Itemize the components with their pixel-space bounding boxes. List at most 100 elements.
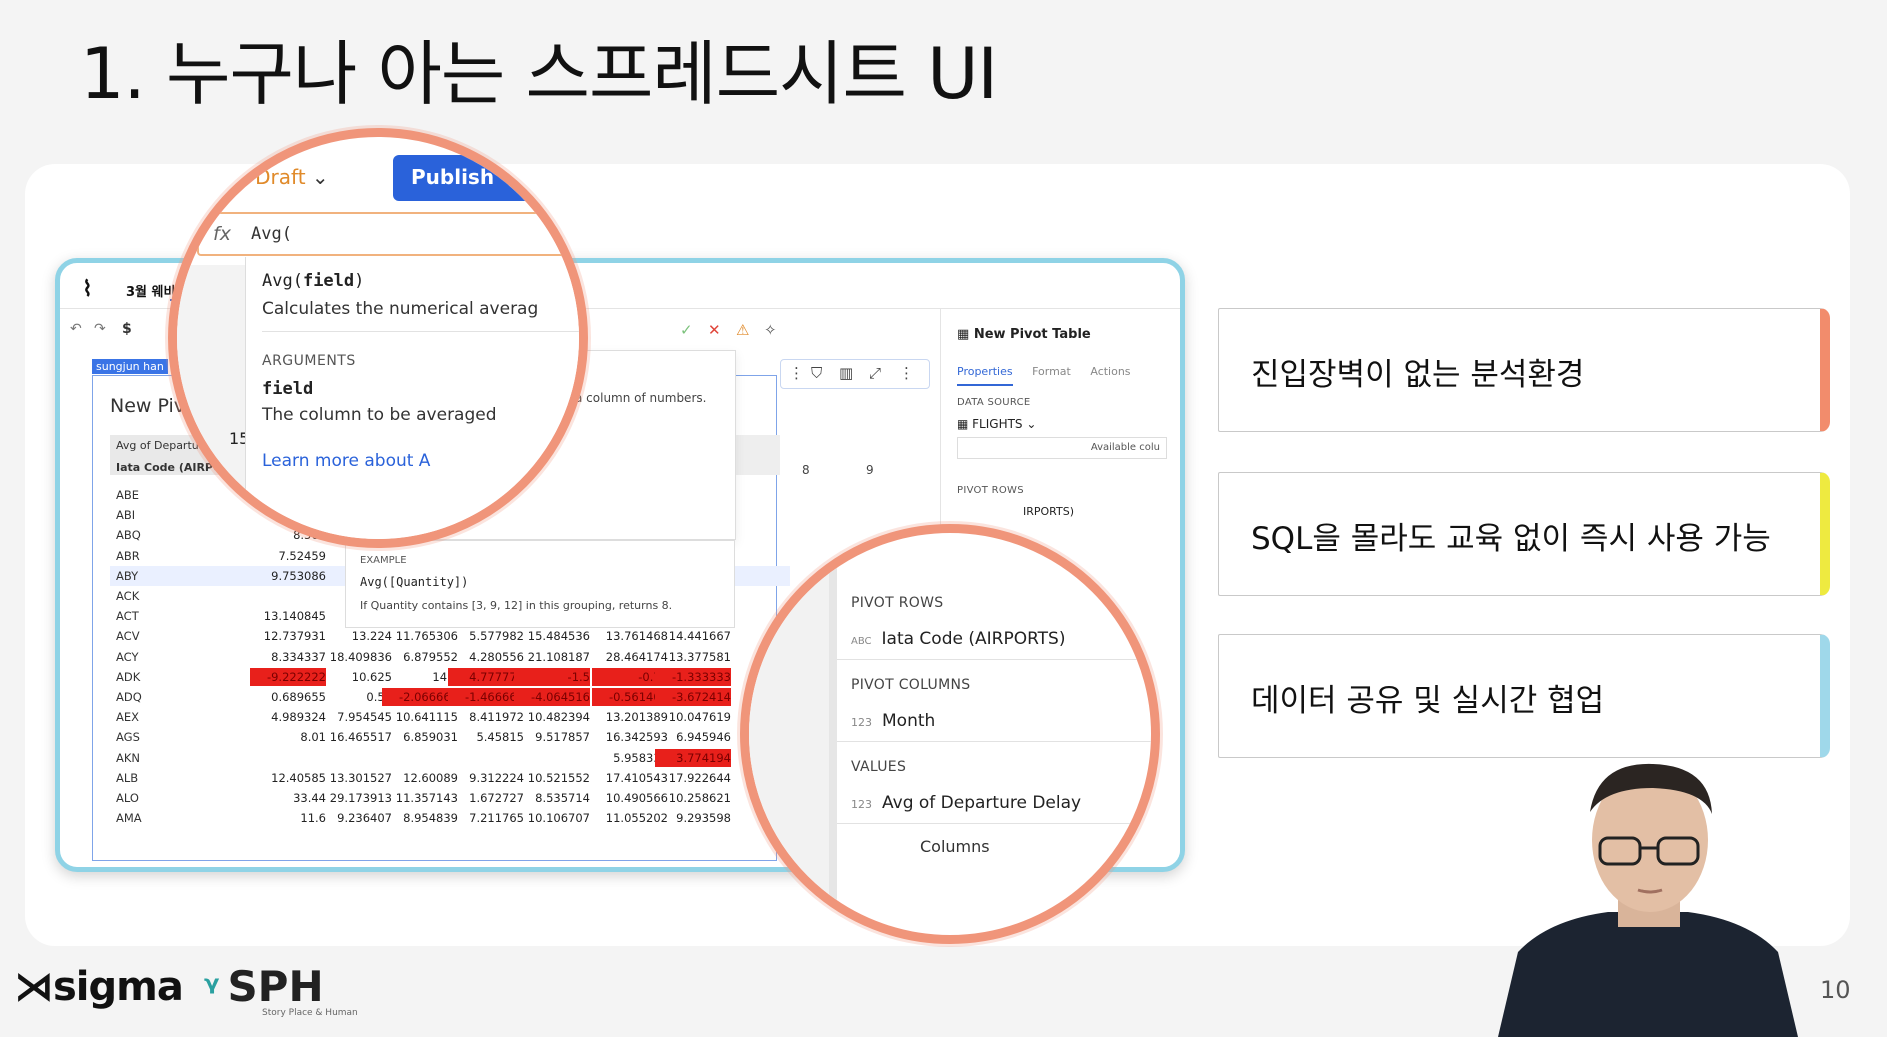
tab-properties[interactable]: Properties [957,365,1013,386]
confirm-icon[interactable]: ✓ [680,321,693,339]
row-label[interactable]: ACY [116,650,139,664]
table-cell[interactable]: 9.236407 [316,811,392,825]
row-label[interactable]: ABR [116,549,140,563]
table-cell[interactable]: -1.5 [514,667,590,686]
row-label[interactable]: ACT [116,609,139,623]
row-label[interactable]: AMA [116,811,142,825]
chart-icon[interactable]: ▥ [839,364,853,382]
row-label[interactable]: ABQ [116,528,141,542]
table-cell[interactable]: 4.989324 [250,710,326,724]
table-cell[interactable]: -1.333333 [655,667,731,686]
tab-actions[interactable]: Actions [1090,365,1130,378]
table-cell[interactable]: 6.945946 [655,730,731,744]
row-label[interactable]: AEX [116,710,139,724]
table-cell[interactable]: 13.140845 [250,609,326,623]
table-cell[interactable]: 9.312224 [448,771,524,785]
table-cell[interactable]: 11.6 [250,811,326,825]
currency-icon[interactable]: $ [122,321,132,337]
table-cell[interactable]: -3.672414 [655,688,731,706]
table-cell[interactable]: 0.689655 [250,690,326,704]
row-label[interactable]: ADQ [116,690,142,704]
table-cell[interactable]: -2.066667 [382,688,458,706]
table-cell[interactable]: 10.641115 [382,710,458,724]
table-cell[interactable]: 11.765306 [382,629,458,643]
table-cell[interactable]: 21.108187 [514,650,590,664]
table-cell[interactable]: 13.224 [316,629,392,643]
table-cell[interactable]: 14.5 [382,670,458,684]
pivot-rows-field[interactable]: ABC Iata Code (AIRPORTS) [851,629,1065,649]
table-cell[interactable]: 10.106707 [514,811,590,825]
table-cell[interactable]: 10.482394 [514,710,590,724]
table-cell[interactable]: -4.064516 [514,688,590,706]
table-cell[interactable]: 10.258621 [655,791,731,805]
more-icon[interactable]: ⋮ [899,364,914,382]
table-cell[interactable]: 29.173913 [316,791,392,805]
table-cell[interactable]: 0.52 [316,690,392,704]
table-cell[interactable]: 6.879552 [382,650,458,664]
table-cell[interactable]: 10.521552 [514,771,590,785]
filter-icon[interactable]: ⛉ [811,364,822,382]
expand-icon[interactable]: ⤢ [869,364,881,382]
table-cell[interactable]: -9.222222 [250,667,326,686]
cancel-icon[interactable]: ✕ [708,321,721,339]
table-cell[interactable]: 16.465517 [316,730,392,744]
table-cell[interactable]: 14.441667 [655,629,731,643]
redo-icon[interactable]: ↷ [94,321,106,337]
table-cell[interactable]: 13.301527 [316,771,392,785]
row-label[interactable]: ALO [116,791,139,805]
table-cell[interactable]: 10.625 [316,670,392,684]
table-cell[interactable]: 8.411972 [448,710,524,724]
table-cell[interactable]: 4.280556 [448,650,524,664]
row-label[interactable]: ADK [116,670,140,684]
row-label[interactable]: ABE [116,488,139,502]
table-cell[interactable]: -1.466667 [448,688,524,706]
learn-more-link[interactable]: Learn more about A [262,451,430,471]
table-cell[interactable]: 9.517857 [514,730,590,744]
table-cell[interactable]: 7.211765 [448,811,524,825]
table-cell[interactable]: 17.922644 [655,771,731,785]
table-cell[interactable]: 15.484536 [514,629,590,643]
data-source-select[interactable]: ▦ FLIGHTS ⌄ [957,417,1036,431]
row-label[interactable]: AKN [116,751,140,765]
draft-dropdown[interactable]: ✎ Draft ⌄ [232,165,329,189]
available-columns[interactable]: Available colu [957,437,1167,459]
row-label[interactable]: ABY [116,569,138,583]
table-cell[interactable]: 5.45815 [448,730,524,744]
table-cell[interactable]: 11.357143 [382,791,458,805]
row-label[interactable]: ABI [116,508,135,522]
table-cell[interactable]: 33.44 [250,791,326,805]
drag-handle-icon[interactable]: ⋮ [789,364,804,382]
table-cell[interactable]: 8.535714 [514,791,590,805]
values-field[interactable]: 123 Avg of Departure Delay [851,793,1081,813]
table-cell[interactable]: 13.377581 [655,650,731,664]
magic-icon[interactable]: ✧ [764,321,777,339]
table-cell[interactable]: 10.047619 [655,710,731,724]
scrollbar[interactable] [829,533,837,935]
columns-button[interactable]: Columns [920,837,990,856]
pivot-columns-field[interactable]: 123 Month [851,711,935,731]
table-cell[interactable]: 6.859031 [382,730,458,744]
formula-input[interactable]: fx Avg( [197,212,579,256]
table-cell[interactable]: 9.293598 [655,811,731,825]
undo-icon[interactable]: ↶ [70,321,82,337]
tab-format[interactable]: Format [1032,365,1071,378]
table-cell[interactable]: 8.01 [250,730,326,744]
table-cell[interactable]: 4.777778 [448,667,524,686]
row-label[interactable]: AGS [116,730,140,744]
row-label[interactable]: ALB [116,771,138,785]
table-cell[interactable]: 12.60089 [382,771,458,785]
row-label[interactable]: ACK [116,589,139,603]
table-cell[interactable]: 12.737931 [250,629,326,643]
table-cell[interactable]: 1.672727 [448,791,524,805]
publish-button[interactable]: Publish [393,155,579,201]
row-label[interactable]: ACV [116,629,140,643]
table-cell[interactable]: 8.334337 [250,650,326,664]
table-cell[interactable]: 9.753086 [250,569,326,583]
table-cell[interactable]: 8.954839 [382,811,458,825]
table-cell[interactable]: 7.954545 [316,710,392,724]
table-cell[interactable]: 5.577982 [448,629,524,643]
table-cell[interactable]: 3.774194 [655,748,731,767]
table-cell[interactable]: 7.52459 [250,549,326,563]
table-cell[interactable]: 18.409836 [316,650,392,664]
table-cell[interactable]: 12.40585 [250,771,326,785]
